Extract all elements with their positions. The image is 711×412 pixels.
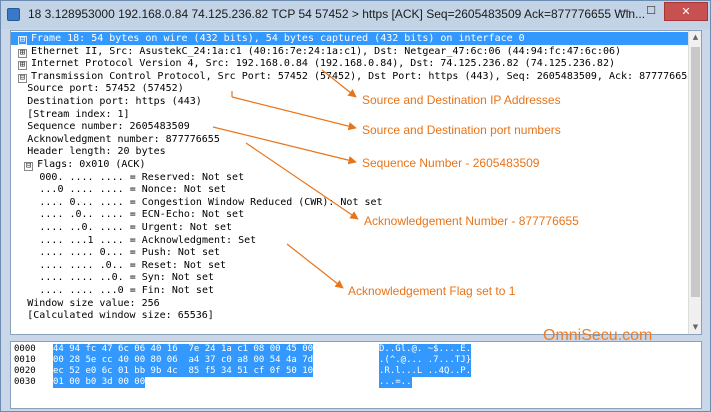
annotation-port-numbers: Source and Destination port numbers — [362, 123, 561, 137]
annotation-arrows — [212, 69, 359, 289]
flag-arrow — [286, 243, 344, 289]
annotation-ack-flag: Acknowledgement Flag set to 1 — [348, 284, 516, 298]
annotation-ip-addresses: Source and Destination IP Addresses — [362, 93, 561, 107]
seq-arrow — [212, 126, 357, 165]
ports-arrow — [231, 96, 357, 131]
annotation-sequence-number: Sequence Number - 2605483509 — [362, 156, 540, 170]
ip-arrow — [321, 69, 357, 98]
ack-arrow — [245, 142, 359, 220]
annotation-acknowledgement-number: Acknowledgement Number - 877776655 — [364, 214, 579, 228]
omnisecu-watermark: OmniSecu.com — [543, 327, 653, 344]
